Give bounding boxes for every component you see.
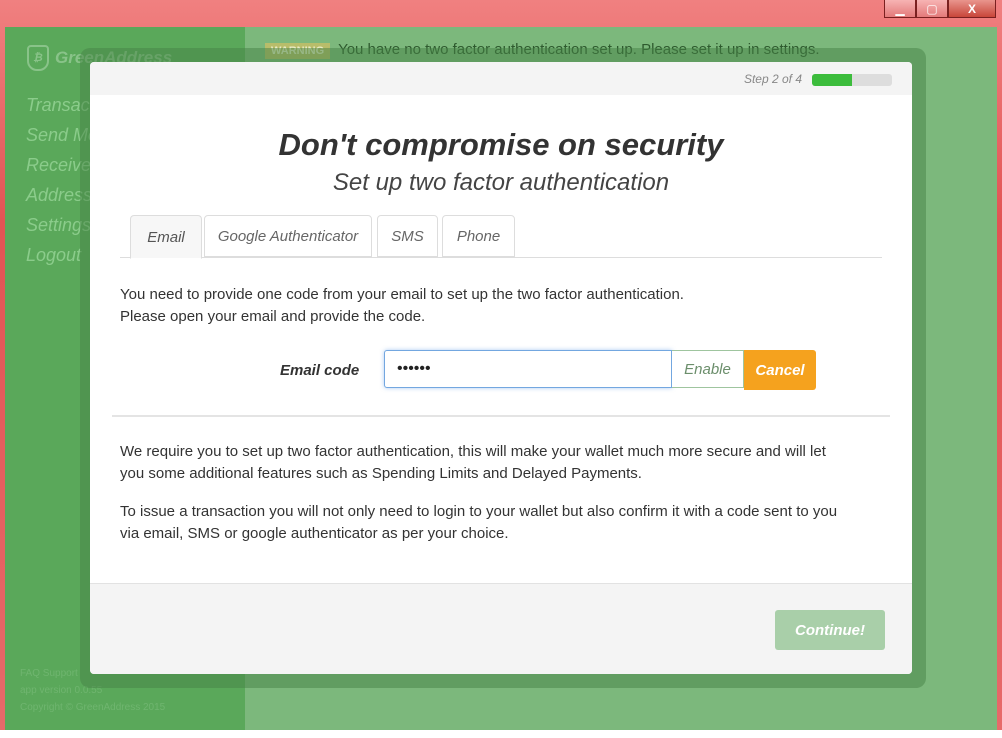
copyright: Copyright © GreenAddress 2015 — [20, 702, 166, 713]
step-progress-bar — [812, 74, 892, 86]
bitcoin-shield-icon: ₿ — [27, 45, 49, 71]
twofactor-method-tabs: Email Google Authenticator SMS Phone — [120, 215, 882, 259]
dialog-subtitle: Set up two factor authentication — [332, 169, 670, 196]
email-code-label: Email code — [280, 362, 360, 379]
step-indicator: Step 2 of 4 — [743, 72, 802, 86]
email-instructions-line-1: You need to provide one code from your e… — [120, 286, 684, 303]
email-instructions-line-2: Please open your email and provide the c… — [120, 308, 426, 325]
info-paragraph-2-line-2: via email, SMS or google authenticator a… — [120, 525, 509, 542]
email-code-form: Email code Enable Cancel — [280, 350, 816, 390]
dialog-header: Step 2 of 4 — [90, 62, 912, 95]
divider — [112, 415, 890, 417]
info-paragraph-1: We require you to set up two factor auth… — [120, 441, 882, 485]
cancel-button[interactable]: Cancel — [744, 350, 816, 390]
dialog-footer: Continue! — [90, 583, 912, 674]
email-instructions: You need to provide one code from your e… — [120, 284, 684, 328]
tab-google-authenticator[interactable]: Google Authenticator — [204, 215, 372, 257]
taskbar-strip — [0, 730, 1002, 738]
dialog-title: Don't compromise on security — [278, 127, 724, 162]
maximize-icon[interactable]: ▢ — [916, 0, 948, 18]
continue-button[interactable]: Continue! — [775, 610, 885, 650]
close-icon[interactable]: X — [948, 0, 996, 18]
info-paragraph-2-line-1: To issue a transaction you will not only… — [120, 503, 838, 520]
email-code-input[interactable] — [384, 350, 672, 388]
enable-button[interactable]: Enable — [672, 350, 744, 388]
tab-email[interactable]: Email — [130, 215, 202, 259]
tab-phone[interactable]: Phone — [442, 215, 515, 257]
app-window: ▁ ▢ X ₿ GreenAddress Transactions Send M… — [0, 0, 1002, 738]
info-paragraph-2: To issue a transaction you will not only… — [120, 501, 882, 545]
progress-fill — [812, 74, 852, 86]
info-paragraph-1-line-2: you some additional features such as Spe… — [120, 465, 642, 482]
window-controls: ▁ ▢ X — [884, 0, 996, 18]
minimize-icon[interactable]: ▁ — [884, 0, 916, 18]
two-factor-setup-dialog: Step 2 of 4 Don't compromise on security… — [90, 62, 912, 674]
info-paragraph-1-line-1: We require you to set up two factor auth… — [120, 443, 826, 460]
app-client-area: ₿ GreenAddress Transactions Send Money R… — [5, 27, 997, 730]
tab-sms[interactable]: SMS — [377, 215, 438, 257]
